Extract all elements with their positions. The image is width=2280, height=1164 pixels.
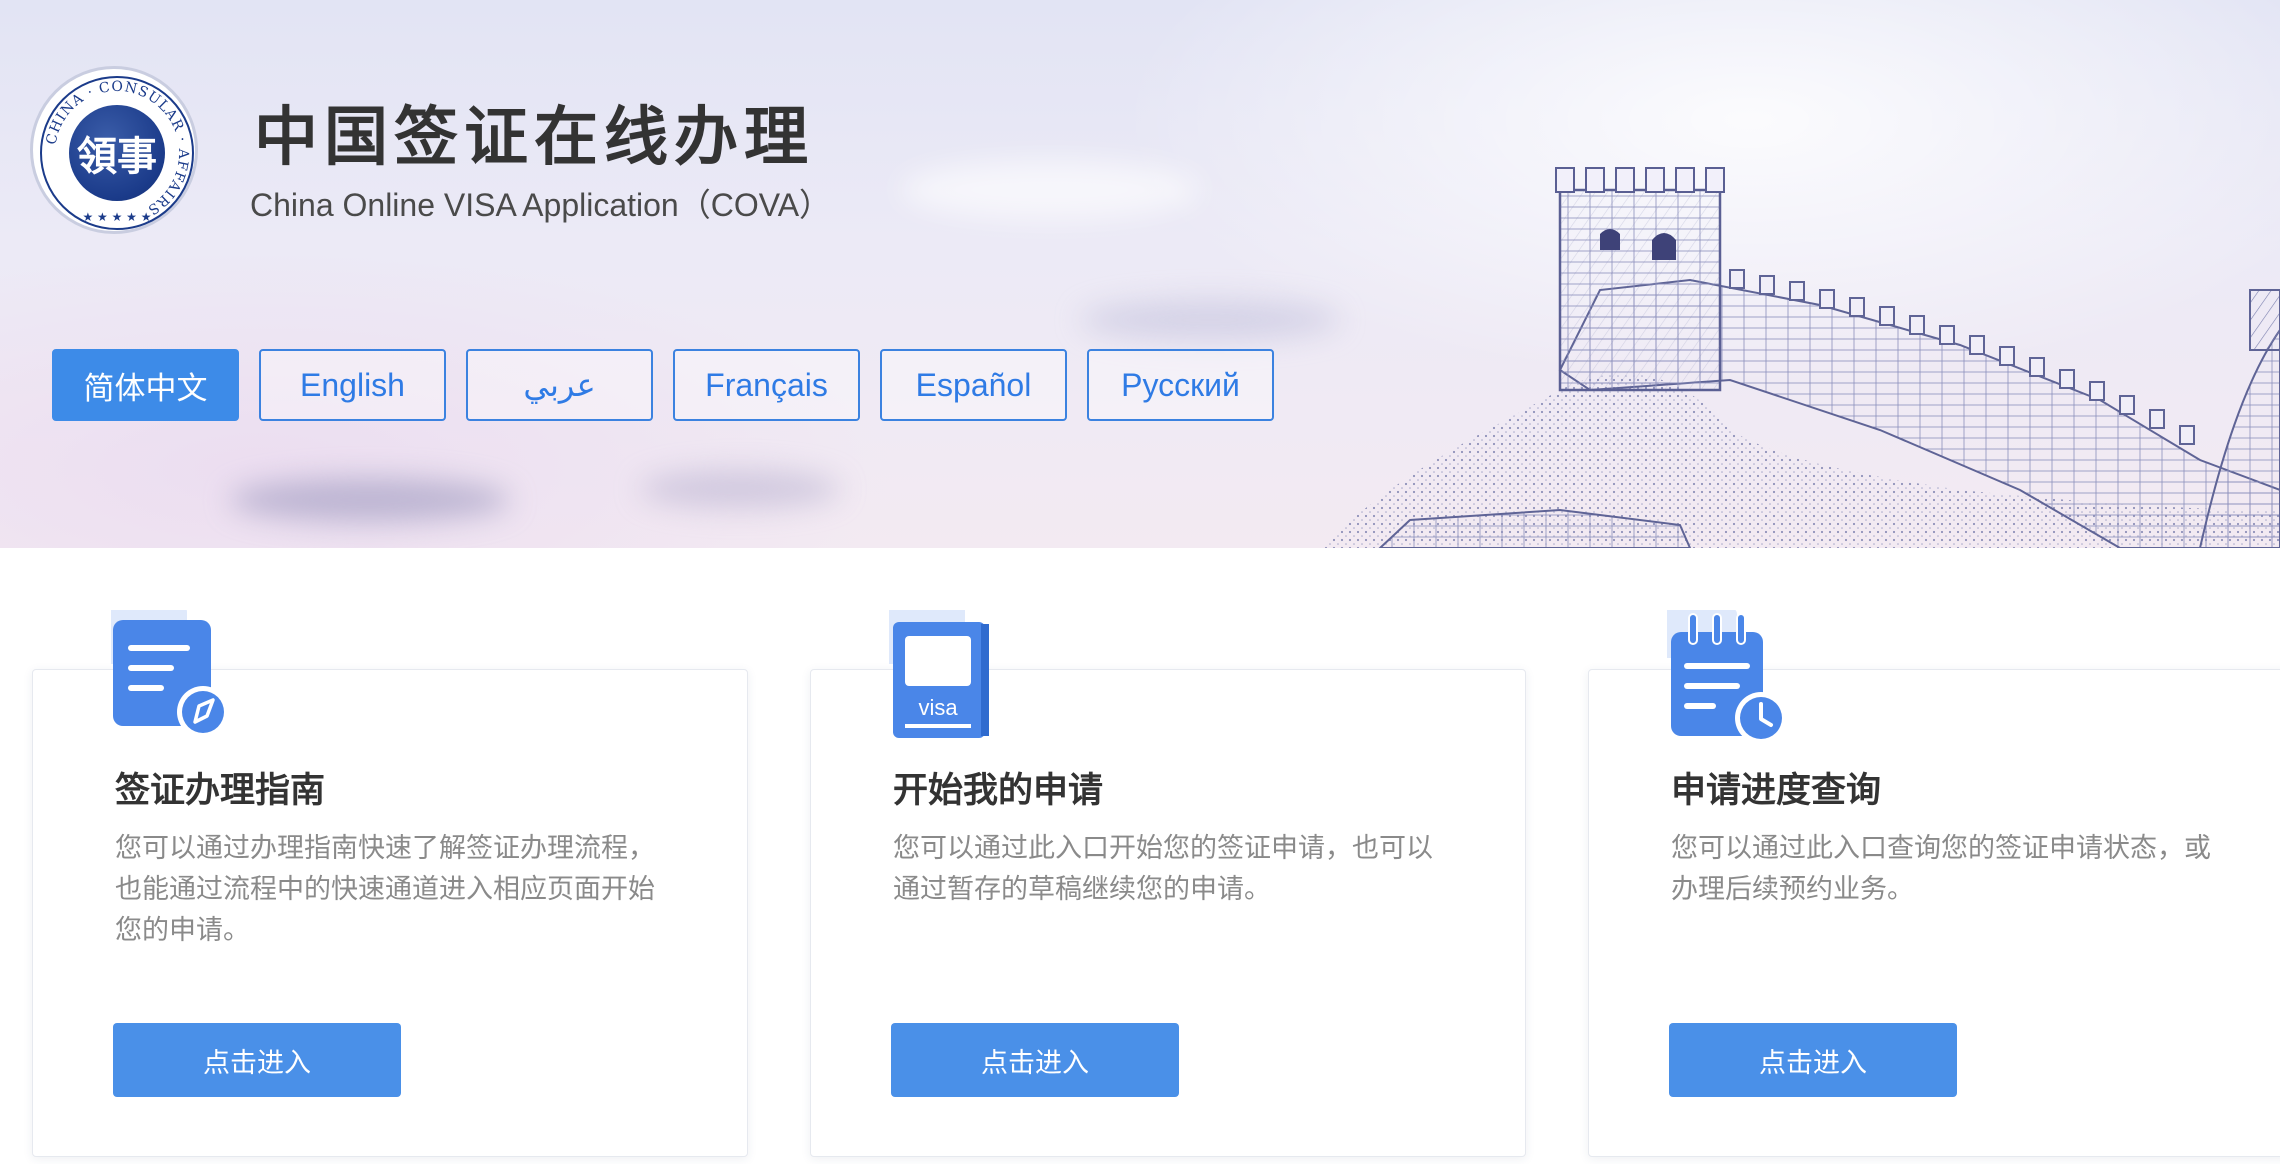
card-title: 申请进度查询 <box>1671 771 1882 811</box>
language-button-zh[interactable]: 简体中文 <box>52 349 239 421</box>
language-button-es[interactable]: Español <box>880 349 1067 421</box>
card-description: 您可以通过办理指南快速了解签证办理流程，也能通过流程中的快速通道进入相应页面开始… <box>115 833 655 946</box>
svg-text:★ ★ ★ ★ ★: ★ ★ ★ ★ ★ <box>82 210 151 224</box>
language-button-ar[interactable]: عربي <box>466 349 653 421</box>
language-button-en[interactable]: English <box>259 349 446 421</box>
page-title: 中国签证在线办理 <box>254 101 814 175</box>
card-start-application: visa 开始我的申请 您可以通过此入口开始您的签证申请，也可以通过暂存的草稿继… <box>810 604 1526 1157</box>
consular-affairs-logo: CHINA · CONSULAR · AFFAIRS ★ ★ ★ ★ ★ 領事 <box>30 66 198 234</box>
card-title: 签证办理指南 <box>115 771 326 811</box>
progress-notepad-clock-icon <box>1657 608 1797 750</box>
cloud-decoration <box>640 470 840 508</box>
page-subtitle: China Online VISA Application（COVA） <box>250 187 832 223</box>
cloud-decoration <box>900 160 1200 220</box>
language-button-ru[interactable]: Русский <box>1087 349 1274 421</box>
enter-visa-guide-button[interactable]: 点击进入 <box>113 1023 401 1097</box>
language-button-fr[interactable]: Français <box>673 349 860 421</box>
language-selector: 简体中文 English عربي Français Español Русск… <box>52 349 1274 421</box>
card-description: 您可以通过此入口查询您的签证申请状态，或办理后续预约业务。 <box>1671 833 2211 905</box>
great-wall-illustration <box>1320 167 2280 548</box>
enter-start-application-button[interactable]: 点击进入 <box>891 1023 1179 1097</box>
card-progress-query: 申请进度查询 您可以通过此入口查询您的签证申请状态，或办理后续预约业务。 点击进… <box>1588 608 2280 1157</box>
visa-passport-icon: visa <box>875 604 1019 750</box>
card-visa-guide: 签证办理指南 您可以通过办理指南快速了解签证办理流程，也能通过流程中的快速通道进… <box>32 604 748 1157</box>
card-title: 开始我的申请 <box>893 771 1104 811</box>
header-banner: CHINA · CONSULAR · AFFAIRS ★ ★ ★ ★ ★ 領事 … <box>0 0 2280 548</box>
logo-emblem: 領事 <box>69 105 165 201</box>
cloud-decoration <box>230 478 510 522</box>
card-description: 您可以通过此入口开始您的签证申请，也可以通过暂存的草稿继续您的申请。 <box>893 833 1433 905</box>
guide-document-icon <box>97 604 241 750</box>
enter-progress-query-button[interactable]: 点击进入 <box>1669 1023 1957 1097</box>
svg-text:visa: visa <box>918 695 958 720</box>
